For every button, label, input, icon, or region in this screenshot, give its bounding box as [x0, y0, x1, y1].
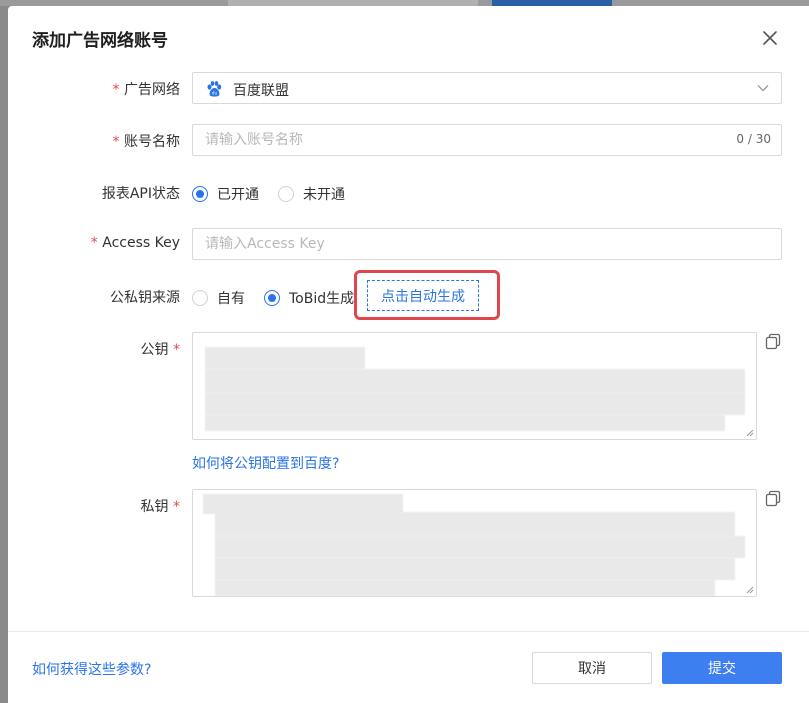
dialog-title: 添加广告网络账号 — [32, 31, 168, 51]
ad-network-label: * 广告网络 — [112, 82, 180, 98]
account-name-input[interactable] — [193, 125, 781, 155]
key-source-option-own[interactable]: 自有 — [192, 288, 245, 308]
report-api-option-disabled[interactable]: 未开通 — [278, 184, 345, 204]
access-key-field[interactable] — [192, 228, 782, 260]
close-button[interactable] — [760, 28, 780, 48]
account-name-field[interactable]: 0 / 30 — [192, 124, 782, 156]
copy-icon — [765, 490, 781, 507]
chevron-down-icon — [757, 85, 769, 92]
copy-public-key-button[interactable] — [764, 332, 782, 350]
public-key-help-link[interactable]: 如何将公钥配置到百度? — [192, 453, 339, 473]
radio-unselected-icon — [278, 186, 294, 202]
ad-network-value: 百度联盟 — [233, 83, 289, 99]
params-help-link[interactable]: 如何获得这些参数? — [32, 659, 151, 679]
copy-private-key-button[interactable] — [764, 489, 782, 507]
access-key-label: * Access Key — [90, 235, 180, 251]
required-mark: * — [173, 499, 180, 515]
public-key-label: 公钥 * — [140, 342, 180, 358]
account-name-counter: 0 / 30 — [736, 132, 771, 146]
radio-selected-icon — [264, 290, 280, 306]
required-mark: * — [112, 134, 120, 150]
required-mark: * — [112, 82, 120, 98]
public-key-textarea[interactable] — [192, 332, 757, 440]
footer-divider — [8, 631, 809, 632]
resize-handle-icon[interactable] — [746, 586, 754, 594]
dialog-header: 添加广告网络账号 — [8, 6, 809, 70]
key-source-label: 公私钥来源 — [110, 290, 180, 306]
copy-icon — [765, 333, 781, 350]
svg-text:du: du — [212, 91, 218, 97]
resize-handle-icon[interactable] — [746, 429, 754, 437]
report-api-label: 报表API状态 — [101, 186, 180, 202]
close-icon — [763, 31, 777, 45]
radio-selected-icon — [192, 186, 208, 202]
ad-network-select[interactable]: du 百度联盟 — [192, 72, 782, 104]
add-ad-network-account-dialog: 添加广告网络账号 * 广告网络 du 百度联盟 * 账号名称 0 / 30 — [8, 6, 809, 703]
radio-unselected-icon — [192, 290, 208, 306]
required-mark: * — [173, 342, 180, 358]
account-name-label: * 账号名称 — [112, 134, 180, 150]
private-key-textarea[interactable] — [192, 489, 757, 597]
required-mark: * — [90, 235, 98, 251]
cancel-button[interactable]: 取消 — [532, 652, 652, 684]
baidu-paw-icon: du — [207, 81, 222, 97]
private-key-label: 私钥 * — [140, 499, 180, 515]
auto-generate-button[interactable]: 点击自动生成 — [367, 280, 479, 311]
submit-button[interactable]: 提交 — [662, 652, 782, 684]
access-key-input[interactable] — [193, 229, 781, 259]
key-source-option-tobid[interactable]: ToBid生成 — [264, 288, 354, 308]
report-api-option-enabled[interactable]: 已开通 — [192, 184, 259, 204]
